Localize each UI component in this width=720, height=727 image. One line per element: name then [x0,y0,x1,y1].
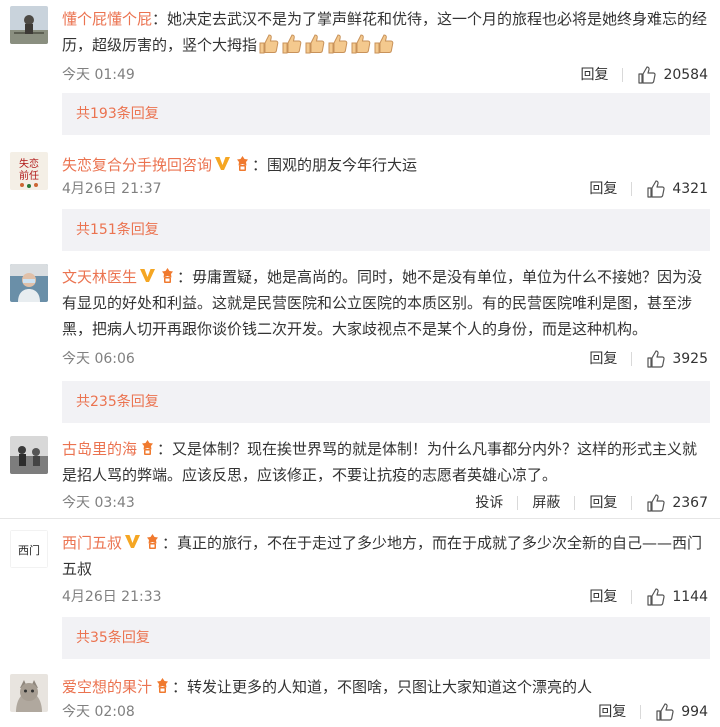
thumbs-up-emoji [374,34,394,54]
thumbs-up-icon [647,350,665,368]
username[interactable]: 西门五叔 [62,534,122,552]
comment-text: 围观的朋友今年行大运 [267,156,418,174]
username[interactable]: 文天林医生 [62,268,137,286]
view-replies-button[interactable]: 共235条回复 [62,381,710,423]
avatar-image [10,674,48,712]
timestamp: 今天 02:08 [62,704,135,720]
verified-v-icon [139,267,156,284]
divider [640,705,642,719]
verified-v-icon [124,533,141,550]
avatar-image: 西门 [10,530,48,568]
colon: ： [177,268,193,286]
divider [631,496,633,510]
like-count: 2367 [672,495,708,511]
comment-feed: 懂个屁懂个屁：她决定去武汉不是为了掌声鲜花和优待，这一个月的旅程也必将是她终身难… [0,0,720,727]
avatar[interactable] [10,674,48,712]
comment-text: 毋庸置疑，她是高尚的。同时，她不是没有单位，单位为什么不接她？因为没有显见的好处… [62,268,703,338]
colon: ： [172,678,188,696]
avatar[interactable] [10,264,48,302]
timestamp: 今天 03:43 [62,495,135,511]
avatar-text: 前任 [19,169,39,182]
avatar-image [10,436,48,474]
thumbs-up-emoji-row [257,34,395,54]
view-replies-button[interactable]: 共35条回复 [62,617,710,659]
avatar[interactable] [10,6,48,44]
like-button[interactable]: 994 [655,701,708,723]
like-count: 3925 [672,351,708,367]
reply-button[interactable]: 回复 [589,348,617,370]
thumbs-up-emoji [282,34,302,54]
timestamp: 今天 06:06 [62,351,135,367]
divider [517,496,519,510]
view-replies-button[interactable]: 共193条回复 [62,93,710,135]
like-button[interactable]: 1144 [646,586,708,608]
comment-text: 转发让更多的人知道，不图啥，只图让大家知道这个漂亮的人 [187,678,593,696]
thumbs-up-icon [647,180,665,198]
fan-badge-icon [154,677,171,694]
like-count: 20584 [663,67,708,83]
like-button[interactable]: 2367 [646,492,708,514]
like-button[interactable]: 20584 [637,64,708,86]
username[interactable]: 失恋复合分手挽回咨询 [62,156,212,174]
avatar[interactable] [10,436,48,474]
avatar-image [10,6,48,44]
timestamp: 今天 01:49 [62,67,135,83]
timestamp: 4月26日 21:33 [62,589,162,605]
thumbs-up-emoji [328,34,348,54]
colon: ： [162,534,178,552]
fan-badge-icon [139,439,156,456]
like-count: 4321 [672,181,708,197]
like-button[interactable]: 3925 [646,348,708,370]
reply-button[interactable]: 回复 [598,701,626,723]
colon: ： [252,156,268,174]
divider [631,590,633,604]
avatar-image [10,264,48,302]
colon: ： [152,10,168,28]
avatar[interactable]: 失恋 前任 [10,152,48,190]
like-count: 994 [681,704,708,720]
avatar-text: 西门 [18,543,40,557]
divider [631,352,633,366]
colon: ： [157,440,173,458]
reply-button[interactable]: 回复 [580,64,608,86]
reply-button[interactable]: 回复 [589,178,617,200]
divider [574,496,576,510]
block-button[interactable]: 屏蔽 [532,492,560,514]
thumbs-up-icon [656,703,674,721]
thumbs-up-icon [647,588,665,606]
comment-divider [0,518,720,519]
thumbs-up-emoji [305,34,325,54]
avatar-text: 失恋 [19,157,39,170]
verified-v-icon [214,155,231,172]
avatar-image: 失恋 前任 [10,152,48,190]
thumbs-up-icon [638,66,657,84]
avatar[interactable]: 西门 [10,530,48,568]
divider [631,182,633,196]
username[interactable]: 懂个屁懂个屁 [62,10,152,28]
view-replies-button[interactable]: 共151条回复 [62,209,710,251]
username[interactable]: 古岛里的海 [62,440,137,458]
thumbs-up-emoji [351,34,371,54]
reply-button[interactable]: 回复 [589,586,617,608]
fan-badge-icon [159,267,176,284]
fan-badge-icon [234,155,251,172]
divider [622,68,624,82]
username[interactable]: 爱空想的果汁 [62,678,152,696]
report-button[interactable]: 投诉 [475,492,503,514]
fan-badge-icon [144,533,161,550]
like-button[interactable]: 4321 [646,178,708,200]
timestamp: 4月26日 21:37 [62,181,162,197]
thumbs-up-emoji [259,34,279,54]
reply-button[interactable]: 回复 [589,492,617,514]
like-count: 1144 [672,589,708,605]
thumbs-up-icon [647,494,665,512]
